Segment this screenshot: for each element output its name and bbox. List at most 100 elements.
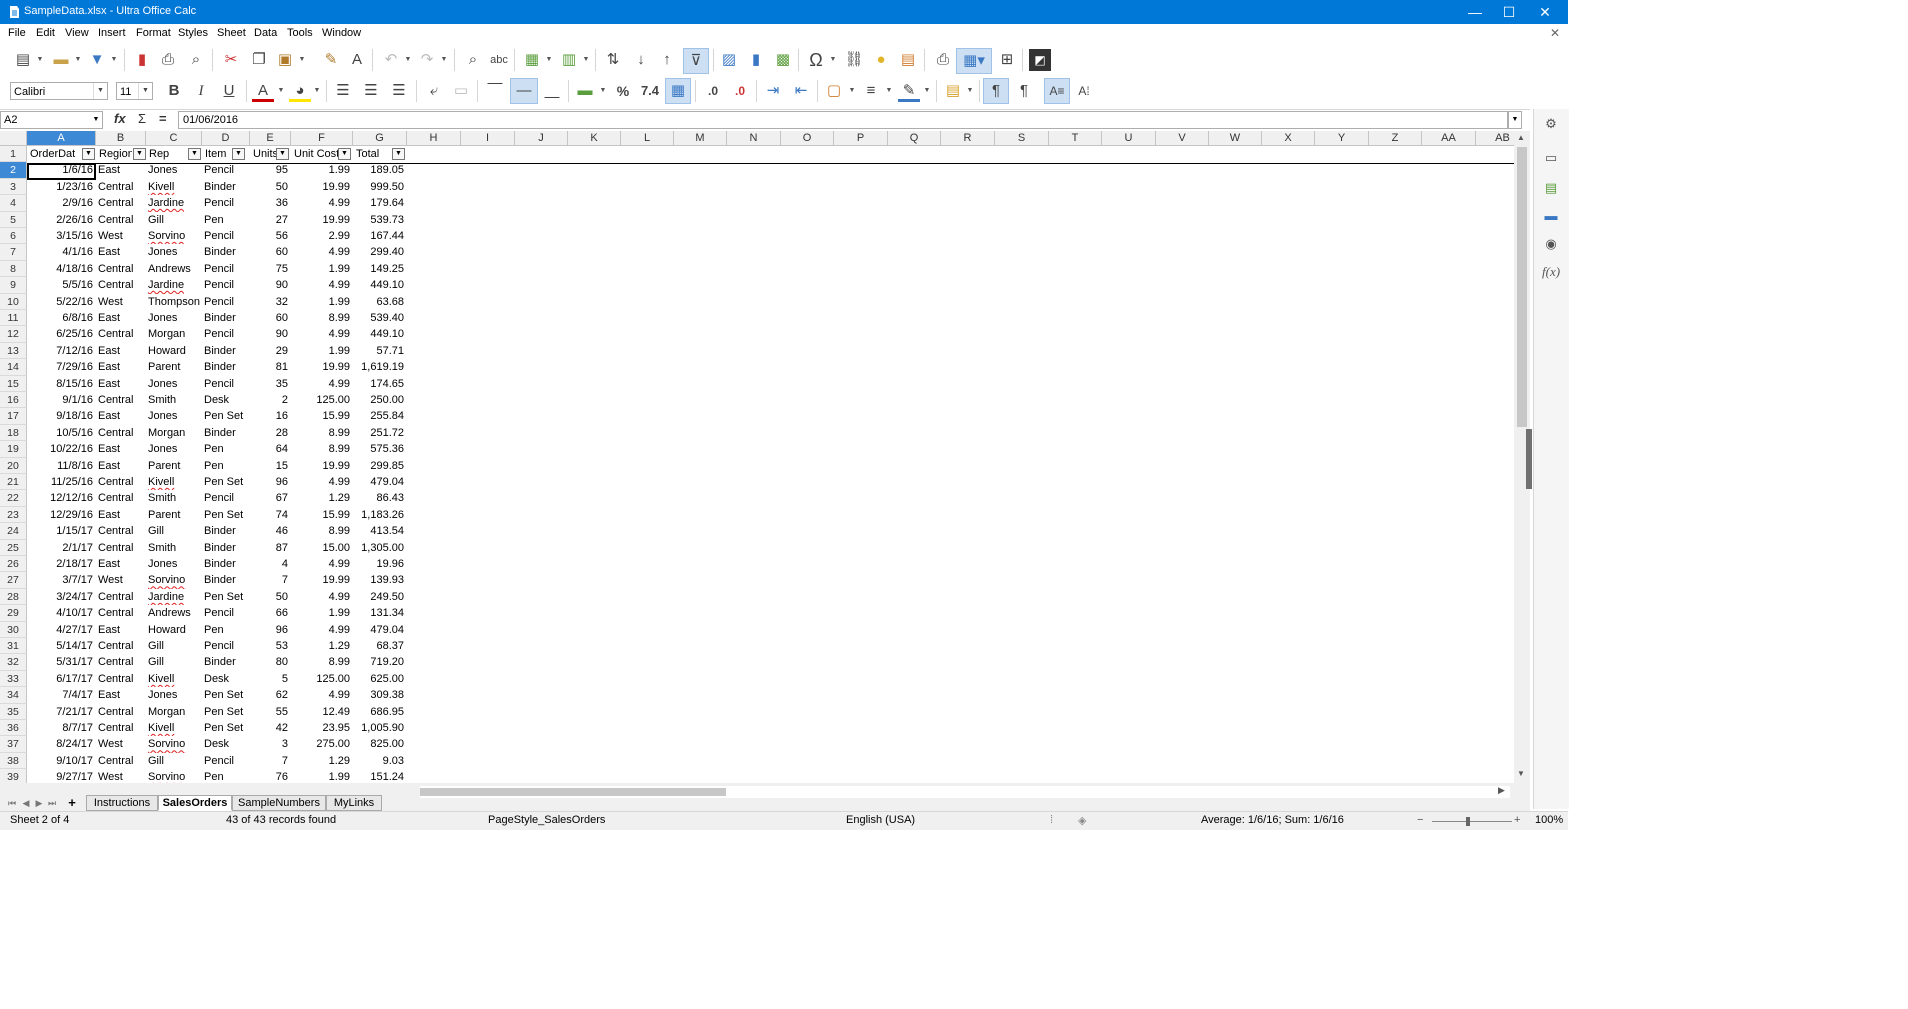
sort-ascending-icon[interactable]: ↓ [630,49,652,71]
table-cell[interactable]: Binder [202,359,250,375]
row-header[interactable]: 22 [0,490,27,507]
table-cell[interactable]: 32 [250,294,291,310]
add-sheet-button[interactable]: + [66,796,78,810]
table-cell[interactable]: 4.99 [291,376,353,392]
table-cell[interactable]: 16 [250,408,291,424]
styles-icon[interactable]: ▤ [1542,179,1560,197]
table-cell[interactable]: 2/9/16 [27,195,96,211]
row-header[interactable]: 11 [0,310,27,327]
table-cell[interactable]: Central [96,589,146,605]
borders-icon[interactable]: ▢ [823,80,845,102]
row-header[interactable]: 17 [0,408,27,425]
table-cell[interactable]: West [96,228,146,244]
table-cell[interactable]: Central [96,212,146,228]
table-cell[interactable]: 63.68 [353,294,407,310]
table-cell[interactable]: 6/17/17 [27,671,96,687]
table-cell[interactable]: 75 [250,261,291,277]
table-cell[interactable]: 9/1/16 [27,392,96,408]
table-cell[interactable]: Pen Set [202,720,250,736]
zoom-slider-knob[interactable] [1466,817,1470,826]
table-cell[interactable]: Parent [146,507,202,523]
table-cell[interactable]: Morgan [146,704,202,720]
table-cell[interactable]: 125.00 [291,392,353,408]
table-cell[interactable]: Jones [146,162,202,178]
column-header[interactable]: U [1102,131,1156,146]
table-cell[interactable]: East [96,622,146,638]
table-cell[interactable]: 5/14/17 [27,638,96,654]
table-cell[interactable]: Pen [202,622,250,638]
table-cell[interactable]: 539.73 [353,212,407,228]
table-cell[interactable]: 50 [250,179,291,195]
right-to-left-icon[interactable]: ¶ [1013,80,1035,102]
row-header[interactable]: 14 [0,359,27,376]
table-cell[interactable]: Central [96,277,146,293]
row-header[interactable]: 18 [0,424,27,442]
table-cell[interactable]: 57.71 [353,343,407,359]
table-cell[interactable]: 1,305.00 [353,540,407,556]
row-header[interactable]: 39 [0,769,27,783]
table-cell[interactable]: 55 [250,704,291,720]
table-cell[interactable]: East [96,343,146,359]
table-cell[interactable]: Binder [202,310,250,326]
last-sheet-icon[interactable]: ⏭ [46,796,58,810]
column-header[interactable]: K [568,131,621,146]
row-header[interactable]: 7 [0,244,27,261]
freeze-rows-columns-icon[interactable]: ▦▾ [956,48,992,74]
table-cell[interactable]: 56 [250,228,291,244]
table-cell[interactable]: 539.40 [353,310,407,326]
table-cell[interactable]: Pen Set [202,408,250,424]
row-header[interactable]: 32 [0,654,27,671]
table-cell[interactable]: West [96,294,146,310]
function-wizard-icon[interactable]: fx [114,111,126,126]
table-cell[interactable]: Pencil [202,228,250,244]
table-cell[interactable]: 96 [250,474,291,490]
column-header[interactable]: A [27,131,96,146]
table-cell[interactable]: 1,183.26 [353,507,407,523]
table-cell[interactable]: 686.95 [353,704,407,720]
table-cell[interactable]: 62 [250,687,291,703]
table-cell[interactable]: Pencil [202,605,250,621]
table-cell[interactable]: 3/7/17 [27,572,96,588]
table-cell[interactable]: Central [96,326,146,342]
table-cell[interactable]: East [96,507,146,523]
column-header[interactable]: M [674,131,727,146]
table-cell[interactable]: Pencil [202,753,250,769]
row-header[interactable]: 23 [0,506,27,524]
table-cell[interactable]: 19.99 [291,572,353,588]
table-header-cell[interactable]: OrderDat [27,146,82,162]
scroll-up-icon[interactable]: ▲ [1517,133,1525,142]
bold-icon[interactable]: B [163,80,185,102]
print-preview-icon[interactable]: ⌕ [185,49,207,71]
hyperlink-icon[interactable]: ⛓ [843,49,865,71]
merge-cells-icon[interactable]: ▭ [450,80,472,102]
table-cell[interactable]: 8/15/16 [27,376,96,392]
column-header[interactable]: R [941,131,995,146]
table-cell[interactable]: 74 [250,507,291,523]
table-cell[interactable]: 309.38 [353,687,407,703]
border-style-icon[interactable]: ≡ [860,80,882,102]
table-cell[interactable]: 1/23/16 [27,179,96,195]
table-cell[interactable]: 4/27/17 [27,622,96,638]
table-cell[interactable]: Andrews [146,605,202,621]
properties-icon[interactable]: ▭ [1542,149,1560,167]
table-cell[interactable]: 4.99 [291,622,353,638]
menu-styles[interactable]: Styles [178,27,208,39]
table-cell[interactable]: Jones [146,310,202,326]
column-header[interactable]: AA [1422,131,1476,146]
table-cell[interactable]: Smith [146,540,202,556]
font-color-icon[interactable]: A [252,80,274,102]
chevron-down-icon[interactable]: ▼ [93,83,107,99]
table-cell[interactable]: 189.05 [353,162,407,178]
table-cell[interactable]: 9.03 [353,753,407,769]
table-cell[interactable]: West [96,769,146,783]
zoom-level[interactable]: 100% [1535,814,1563,826]
split-window-icon[interactable]: ⊞ [996,49,1018,71]
table-cell[interactable]: West [96,736,146,752]
table-cell[interactable]: Morgan [146,326,202,342]
row-header[interactable]: 30 [0,621,27,638]
autofilter-dropdown-icon[interactable]: ▼ [276,148,289,160]
menu-edit[interactable]: Edit [36,27,55,39]
table-cell[interactable]: Binder [202,540,250,556]
table-cell[interactable]: 12/29/16 [27,507,96,523]
table-cell[interactable]: 90 [250,326,291,342]
